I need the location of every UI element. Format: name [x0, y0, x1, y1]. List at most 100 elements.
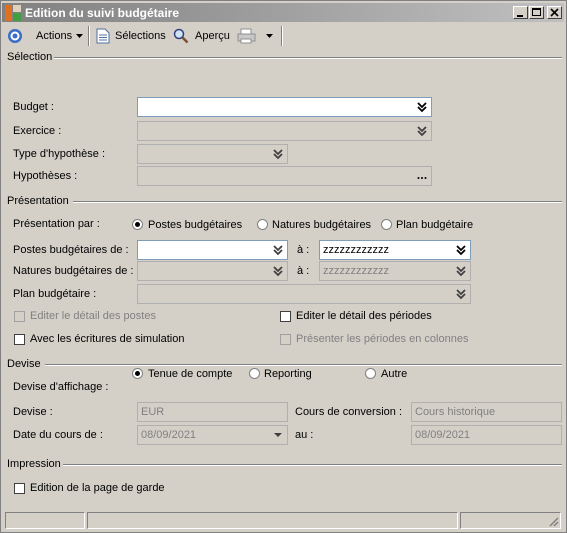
selections-button[interactable]: Sélections [96, 27, 166, 45]
group-divider [54, 57, 562, 59]
periodes-colonnes-checkbox[interactable] [280, 334, 291, 345]
printer-icon [237, 28, 256, 44]
simulation-label: Avec les écritures de simulation [30, 333, 185, 345]
budget-combo[interactable] [137, 97, 432, 117]
cours-conversion-value: Cours historique [415, 406, 496, 418]
natures-from-combo[interactable] [137, 261, 288, 281]
radio-autre[interactable] [365, 368, 376, 379]
detail-postes-checkbox[interactable] [14, 311, 25, 322]
double-chevron-down-icon[interactable] [271, 147, 285, 161]
devise-affichage-label: Devise d'affichage : [13, 381, 109, 393]
minimize-icon [517, 15, 523, 17]
au-date-value: 08/09/2021 [415, 429, 471, 441]
double-chevron-down-icon[interactable] [271, 243, 285, 257]
cours-conversion-field[interactable]: Cours historique [411, 402, 562, 422]
print-button[interactable] [237, 27, 274, 45]
status-panel [5, 512, 85, 529]
simulation-checkbox[interactable] [14, 334, 25, 345]
selection-group-title: Sélection [7, 51, 53, 63]
radio-postes-budgetaires[interactable] [132, 219, 143, 230]
plan-budgetaire-combo[interactable] [137, 284, 471, 304]
actions-label: Actions [36, 30, 73, 42]
maximize-icon [532, 8, 541, 16]
radio-postes-label: Postes budgétaires [148, 219, 243, 231]
radio-reporting-label: Reporting [264, 368, 312, 380]
presentation-group-title: Présentation [7, 195, 69, 207]
page-garde-checkbox[interactable] [14, 483, 25, 494]
type-hypothese-combo[interactable] [137, 144, 288, 164]
double-chevron-down-icon[interactable] [454, 243, 468, 257]
window: Edition du suivi budgétaire Actions Séle… [0, 0, 567, 533]
radio-tenue-compte[interactable] [132, 368, 143, 379]
chevron-down-icon [266, 34, 273, 38]
postes-to-combo[interactable]: zzzzzzzzzzzz [319, 240, 471, 260]
date-cours-picker[interactable]: 08/09/2021 [137, 425, 288, 445]
minimize-button[interactable] [513, 6, 528, 19]
au-label: au : [295, 429, 314, 441]
apercu-button[interactable]: Aperçu [173, 27, 230, 45]
radio-plan-label: Plan budgétaire [396, 219, 474, 231]
toolbar-separator [88, 26, 90, 46]
double-chevron-down-icon[interactable] [271, 264, 285, 278]
devise-label: Devise : [13, 406, 53, 418]
postes-from-combo[interactable] [137, 240, 288, 260]
toolbar: Actions Sélections Aperçu [2, 23, 564, 49]
group-divider [63, 464, 562, 466]
postes-de-label: Postes budgétaires de : [13, 244, 129, 256]
impression-group-title: Impression [7, 458, 61, 470]
radio-autre-label: Autre [381, 368, 408, 380]
postes-to-value: zzzzzzzzzzzz [323, 244, 389, 256]
group-divider [73, 201, 562, 203]
au-date-field[interactable]: 08/09/2021 [411, 425, 562, 445]
devise-field[interactable]: EUR [137, 402, 288, 422]
natures-a-label: à : [297, 265, 310, 277]
apercu-label: Aperçu [195, 30, 230, 42]
detail-periodes-label: Editer le détail des périodes [296, 310, 432, 322]
target-icon [8, 29, 22, 43]
periodes-colonnes-label: Présenter les périodes en colonnes [296, 333, 469, 345]
maximize-button[interactable] [529, 6, 544, 19]
magnifier-icon [173, 28, 189, 44]
window-title: Edition du suivi budgétaire [25, 6, 180, 20]
ellipsis-icon [417, 177, 427, 179]
budget-label: Budget : [13, 101, 54, 113]
double-chevron-down-icon[interactable] [415, 100, 429, 114]
page-garde-label: Edition de la page de garde [30, 482, 165, 494]
close-button[interactable] [547, 6, 562, 19]
exercice-combo[interactable] [137, 121, 432, 141]
toolbar-separator [281, 26, 283, 46]
detail-periodes-checkbox[interactable] [280, 311, 291, 322]
title-bar[interactable]: Edition du suivi budgétaire [2, 3, 564, 22]
nav-circle-button[interactable] [7, 27, 23, 45]
chevron-down-icon[interactable] [271, 428, 285, 442]
hypotheses-label: Hypothèses : [13, 170, 78, 182]
status-panel [460, 512, 561, 529]
status-panel [87, 512, 458, 529]
natures-to-value: zzzzzzzzzzzz [323, 265, 389, 277]
radio-tenue-label: Tenue de compte [148, 368, 233, 380]
close-icon [550, 8, 559, 17]
chevron-down-icon [76, 34, 84, 38]
devise-group-title: Devise [7, 358, 41, 370]
date-cours-label: Date du cours de : [13, 429, 103, 441]
type-hypothese-label: Type d'hypothèse : [13, 148, 105, 160]
selections-label: Sélections [115, 30, 166, 42]
resize-grip-icon [549, 517, 559, 527]
natures-to-combo[interactable]: zzzzzzzzzzzz [319, 261, 471, 281]
double-chevron-down-icon[interactable] [415, 124, 429, 138]
presentation-par-label: Présentation par : [13, 218, 100, 230]
ellipsis-button[interactable] [415, 169, 429, 183]
group-divider [45, 364, 562, 366]
radio-reporting[interactable] [249, 368, 260, 379]
cours-conversion-label: Cours de conversion : [295, 406, 402, 418]
devise-value: EUR [141, 406, 165, 418]
radio-plan-budgetaire[interactable] [381, 219, 392, 230]
radio-natures-budgetaires[interactable] [257, 219, 268, 230]
actions-menu[interactable]: Actions [36, 27, 84, 45]
document-icon [96, 28, 110, 44]
double-chevron-down-icon[interactable] [454, 287, 468, 301]
app-icon [5, 5, 21, 21]
detail-postes-label: Editer le détail des postes [30, 310, 156, 322]
double-chevron-down-icon[interactable] [454, 264, 468, 278]
hypotheses-field[interactable] [137, 166, 432, 186]
